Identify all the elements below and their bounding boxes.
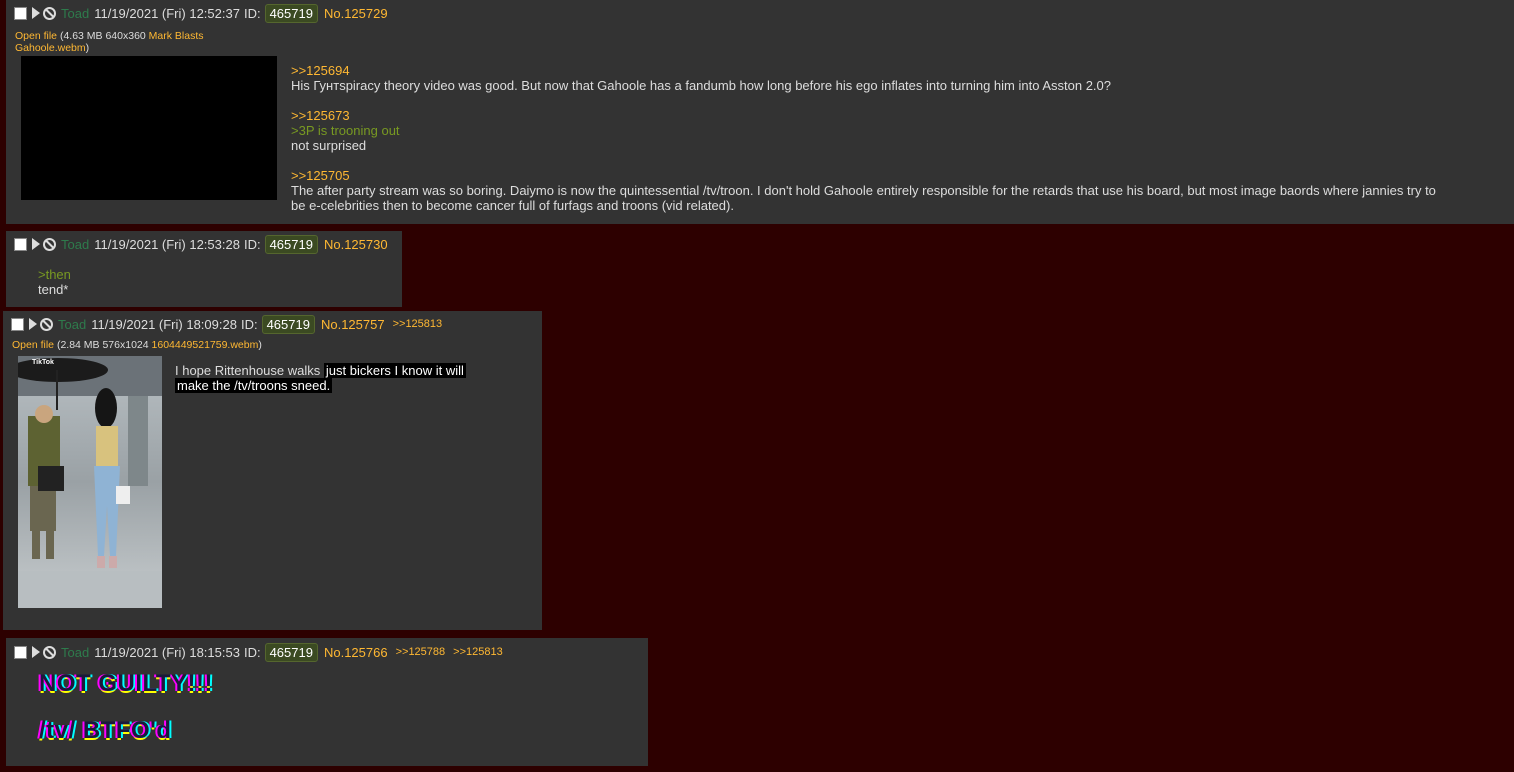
expand-arrow-icon[interactable] xyxy=(32,7,40,19)
hide-post-icon[interactable] xyxy=(40,317,53,331)
backlink[interactable]: >>125788 xyxy=(396,646,446,658)
post-date: 11/19/2021 (Fri) 12:53:28 xyxy=(94,236,240,252)
post-date: 11/19/2021 (Fri) 18:15:53 xyxy=(94,644,240,660)
file-name-link[interactable]: Mark Blasts xyxy=(149,30,204,42)
backlink[interactable]: >>125813 xyxy=(453,646,503,658)
glitch-text: /tv/ BTFO'd xyxy=(39,717,172,744)
poster-name: Toad xyxy=(61,644,90,660)
tiktok-logo: TikTok xyxy=(32,359,54,366)
poster-id[interactable]: 465719 xyxy=(264,234,318,254)
highlighted-text: make the /tv/troons sneed. xyxy=(175,378,333,393)
select-checkbox[interactable] xyxy=(14,237,27,251)
post-header: Toad 11/19/2021 (Fri) 18:15:53 ID: 46571… xyxy=(14,639,503,665)
post-text: The after party stream was so boring. Da… xyxy=(291,183,1436,198)
id-label: ID: xyxy=(243,236,261,252)
post-text: I hope Rittenhouse walks xyxy=(175,363,321,378)
post-125730: Toad 11/19/2021 (Fri) 12:53:28 ID: 46571… xyxy=(6,231,402,307)
greentext-line: >then xyxy=(38,267,71,282)
post-number-link[interactable]: No.125730 xyxy=(324,237,388,252)
thumbnail-image xyxy=(18,356,162,608)
poster-id[interactable]: 465719 xyxy=(264,3,318,23)
post-125729: Toad 11/19/2021 (Fri) 12:52:37 ID: 46571… xyxy=(6,0,1514,224)
select-checkbox[interactable] xyxy=(14,645,27,659)
video-thumbnail[interactable]: TikTok xyxy=(18,356,162,608)
expand-arrow-icon[interactable] xyxy=(32,646,40,658)
post-125766: Toad 11/19/2021 (Fri) 18:15:53 ID: 46571… xyxy=(6,638,648,766)
post-number-link[interactable]: No.125729 xyxy=(324,6,388,21)
poster-name: Toad xyxy=(61,236,90,252)
poster-id[interactable]: 465719 xyxy=(264,642,318,662)
file-name-link-cont[interactable]: Gahoole.webm xyxy=(15,42,86,54)
file-meta-close: ) xyxy=(258,339,262,351)
hide-post-icon[interactable] xyxy=(43,237,56,251)
open-file-link[interactable]: Open file xyxy=(12,339,54,351)
post-text: His Гунтspiracy theory video was good. B… xyxy=(291,78,1112,93)
greentext-line: >3P is trooning out xyxy=(291,123,400,138)
post-text: not surprised xyxy=(291,138,367,153)
post-header: Toad 11/19/2021 (Fri) 12:52:37 ID: 46571… xyxy=(14,0,388,26)
file-meta: (4.63 MB 640x360 xyxy=(57,30,149,42)
hide-post-icon[interactable] xyxy=(43,645,56,659)
video-thumbnail[interactable] xyxy=(21,56,277,200)
expand-arrow-icon[interactable] xyxy=(32,238,40,250)
poster-name: Toad xyxy=(58,316,87,332)
hide-post-icon[interactable] xyxy=(43,6,56,20)
file-info: Open file (2.84 MB 576x1024 160444952175… xyxy=(12,339,262,351)
quote-link[interactable]: >>125673 xyxy=(291,108,1436,123)
highlighted-text: just bickers I know it will xyxy=(323,363,466,378)
quote-link[interactable]: >>125694 xyxy=(291,63,1436,78)
post-date: 11/19/2021 (Fri) 12:52:37 xyxy=(94,5,240,21)
select-checkbox[interactable] xyxy=(14,6,27,20)
post-header: Toad 11/19/2021 (Fri) 18:09:28 ID: 46571… xyxy=(11,311,442,337)
post-number-link[interactable]: No.125757 xyxy=(321,317,385,332)
expand-arrow-icon[interactable] xyxy=(29,318,37,330)
file-info: Open file (4.63 MB 640x360 Mark Blasts G… xyxy=(15,30,204,54)
post-body: NOT GUILTY!!! /tv/ BTFO'd xyxy=(39,670,214,744)
post-125757: Toad 11/19/2021 (Fri) 18:09:28 ID: 46571… xyxy=(3,311,542,630)
post-body: >then tend* xyxy=(38,267,71,297)
id-label: ID: xyxy=(240,316,258,332)
post-text: tend* xyxy=(38,282,69,297)
select-checkbox[interactable] xyxy=(11,317,24,331)
id-label: ID: xyxy=(243,644,261,660)
post-text: be e-celebrities then to become cancer f… xyxy=(291,198,734,213)
backlink[interactable]: >>125813 xyxy=(393,318,443,330)
open-file-link[interactable]: Open file xyxy=(15,30,57,42)
id-label: ID: xyxy=(243,5,261,21)
poster-name: Toad xyxy=(61,5,90,21)
post-number-link[interactable]: No.125766 xyxy=(324,645,388,660)
post-date: 11/19/2021 (Fri) 18:09:28 xyxy=(91,316,237,332)
file-name-link[interactable]: 1604449521759.webm xyxy=(152,339,259,351)
quote-link[interactable]: >>125705 xyxy=(291,168,1436,183)
file-meta: (2.84 MB 576x1024 xyxy=(54,339,152,351)
poster-id[interactable]: 465719 xyxy=(261,314,315,334)
post-body: I hope Rittenhouse walks just bickers I … xyxy=(175,363,466,393)
post-header: Toad 11/19/2021 (Fri) 12:53:28 ID: 46571… xyxy=(14,231,388,257)
file-meta-close: ) xyxy=(85,42,90,54)
glitch-text: NOT GUILTY!!! xyxy=(39,670,214,697)
post-body: >>125694 His Гунтspiracy theory video wa… xyxy=(291,63,1436,213)
